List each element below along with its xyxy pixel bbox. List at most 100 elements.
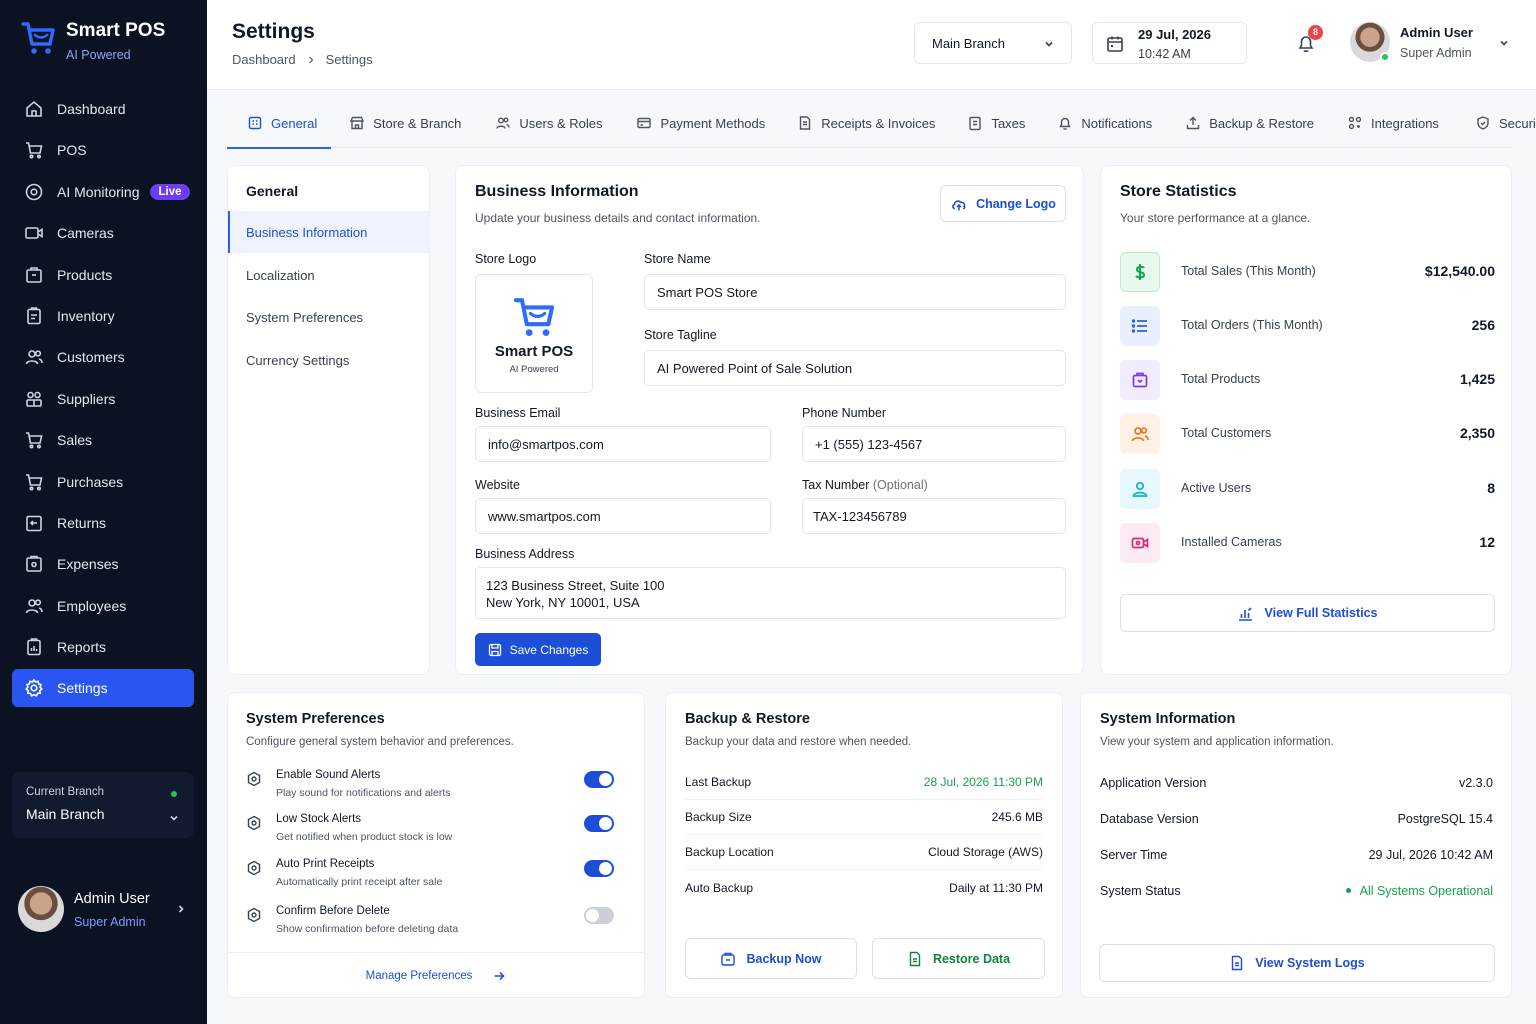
stat-label: Active Users [1181, 481, 1252, 495]
view-full-statistics-label: View Full Statistics [1264, 606, 1378, 620]
restore-data-button[interactable]: Restore Data [872, 938, 1045, 979]
sidebar-item-dashboard[interactable]: Dashboard [12, 90, 194, 128]
phone-field[interactable]: +1 (555) 123-4567 [802, 426, 1066, 462]
chevron-down-icon [1045, 41, 1053, 47]
stat-value: 8 [1487, 480, 1495, 496]
tax-number-field[interactable]: TAX-123456789 [802, 498, 1066, 534]
row-value: Cloud Storage (AWS) [928, 845, 1043, 859]
pref-auto-print-receipts: Auto Print Receipts Automatically print … [246, 858, 614, 894]
business-info-title: Business Information [475, 183, 639, 200]
breadcrumb-link-dashboard[interactable]: Dashboard [232, 52, 296, 67]
backup-subtitle: Backup your data and restore when needed… [685, 736, 912, 748]
branch-dropdown[interactable]: Main Branch [914, 22, 1072, 64]
sidebar-item-cameras[interactable]: Cameras [12, 214, 194, 252]
calendar-icon [1107, 36, 1123, 52]
store-tagline-field[interactable]: AI Powered Point of Sale Solution [644, 350, 1066, 386]
manage-preferences-label: Manage Preferences [365, 969, 473, 982]
home-icon [26, 100, 42, 117]
sound-alerts-toggle[interactable] [584, 771, 614, 788]
tab-taxes[interactable]: Taxes [967, 98, 1025, 148]
tab-label: General [271, 115, 318, 131]
sidebar-item-products[interactable]: Products [12, 256, 194, 294]
store-name-field[interactable]: Smart POS Store [644, 274, 1066, 310]
stat-label: Total Orders (This Month) [1181, 318, 1323, 332]
change-logo-button[interactable]: Change Logo [940, 185, 1066, 222]
tab-label: Receipts & Invoices [821, 115, 936, 131]
sidebar-item-sales[interactable]: Sales [12, 421, 194, 459]
business-address-field[interactable]: 123 Business Street, Suite 100 New York,… [475, 567, 1066, 619]
tab-users-roles[interactable]: Users & Roles [495, 98, 602, 148]
breadcrumb: Dashboard Settings [232, 52, 373, 67]
sidebar-item-inventory[interactable]: Inventory [12, 297, 194, 335]
row-value: v2.3.0 [1458, 776, 1493, 790]
subnav-item-business-information[interactable]: Business Information [228, 211, 430, 253]
gear-icon [247, 860, 261, 876]
sidebar-item-employees[interactable]: Employees [12, 587, 194, 625]
website-field[interactable]: www.smartpos.com [475, 498, 771, 534]
tab-payment-methods[interactable]: Payment Methods [636, 98, 765, 148]
pref-description: Play sound for notifications and alerts [276, 787, 451, 799]
store-logo-label: Store Logo [475, 252, 537, 266]
sidebar-item-label: Expenses [57, 556, 119, 573]
subnav-item-localization[interactable]: Localization [228, 254, 430, 296]
tab-general[interactable]: General [227, 98, 332, 149]
row-key: Server Time [1100, 848, 1168, 862]
sidebar-item-ai-monitoring[interactable]: AI Monitoring Live [12, 173, 194, 211]
online-status-dot [1380, 52, 1390, 62]
tab-receipts-invoices[interactable]: Receipts & Invoices [797, 98, 935, 148]
sysinfo-title: System Information [1100, 711, 1236, 727]
clipboard-icon [27, 307, 41, 325]
pref-description: Show confirmation before deleting data [276, 923, 459, 935]
sidebar-item-pos[interactable]: POS [12, 131, 194, 169]
sidebar-user-profile[interactable]: Admin User Super Admin [18, 886, 193, 938]
save-changes-button[interactable]: Save Changes [475, 633, 601, 666]
sidebar-item-returns[interactable]: Returns [12, 504, 194, 542]
view-system-logs-label: View System Logs [1255, 956, 1365, 970]
current-branch-value: Main Branch [26, 806, 105, 822]
tab-store-branch[interactable]: Store & Branch [349, 98, 461, 148]
tab-integrations[interactable]: Integrations [1347, 98, 1439, 148]
sidebar-item-label: Purchases [57, 473, 124, 490]
confirm-before-delete-toggle[interactable] [584, 907, 614, 924]
sidebar-item-reports[interactable]: Reports [12, 628, 194, 666]
brand[interactable]: Smart POS AI Powered [20, 18, 165, 62]
subnav-item-currency-settings[interactable]: Currency Settings [228, 339, 430, 381]
low-stock-alerts-toggle[interactable] [584, 815, 614, 832]
branch-dropdown-value: Main Branch [932, 35, 1005, 51]
tab-security[interactable]: Security [1475, 98, 1536, 148]
pref-title: Low Stock Alerts [276, 813, 362, 825]
sidebar-item-label: Inventory [57, 307, 115, 324]
store-logo-preview[interactable]: Smart POS AI Powered [475, 274, 593, 393]
pref-title: Auto Print Receipts [276, 858, 375, 870]
tab-backup-restore[interactable]: Backup & Restore [1185, 98, 1314, 148]
bell-icon [1059, 117, 1072, 130]
email-field[interactable]: info@smartpos.com [475, 426, 771, 462]
sidebar-item-customers[interactable]: Customers [12, 338, 194, 376]
current-branch-selector[interactable]: Current Branch Main Branch [12, 772, 194, 838]
sysinfo-subtitle: View your system and application informa… [1100, 736, 1334, 748]
sidebar-item-settings[interactable]: Settings [12, 669, 194, 708]
backup-now-button[interactable]: Backup Now [685, 938, 857, 979]
stat-label: Total Customers [1181, 426, 1272, 440]
business-email-label: Business Email [475, 406, 561, 420]
subnav-item-system-preferences[interactable]: System Preferences [228, 296, 430, 338]
tab-notifications[interactable]: Notifications [1057, 98, 1152, 148]
manage-preferences-link[interactable]: Manage Preferences [228, 952, 644, 998]
building-icon [248, 116, 262, 130]
row-value: 29 Jul, 2026 10:42 AM [1368, 848, 1493, 862]
auto-print-receipts-toggle[interactable] [584, 860, 614, 877]
phone-number-label: Phone Number [802, 406, 887, 420]
backup-icon [721, 952, 736, 966]
sidebar-item-suppliers[interactable]: Suppliers [12, 380, 194, 418]
view-system-logs-button[interactable]: View System Logs [1099, 944, 1495, 982]
header-user-menu[interactable]: Admin User Super Admin [1350, 22, 1510, 66]
sidebar-item-purchases[interactable]: Purchases [12, 463, 194, 501]
backup-title: Backup & Restore [685, 711, 810, 727]
return-icon [26, 515, 42, 532]
view-full-statistics-button[interactable]: View Full Statistics [1120, 594, 1495, 632]
backup-row-size: Backup Size 245.6 MB [685, 800, 1043, 835]
card-icon [637, 117, 652, 129]
general-subnav: General Business Information Localizatio… [227, 165, 430, 675]
save-icon [488, 643, 501, 656]
sidebar-item-expenses[interactable]: Expenses [12, 545, 194, 583]
